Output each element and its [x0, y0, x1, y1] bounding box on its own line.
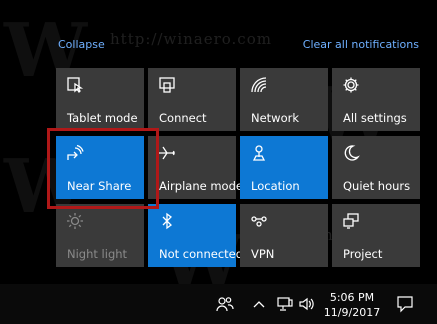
taskbar-clock[interactable]: 5:06 PM 11/9/2017	[322, 290, 382, 320]
tile-label: Network	[251, 111, 300, 125]
tile-label: Tablet mode	[67, 111, 138, 125]
collapse-link[interactable]: Collapse	[58, 38, 105, 51]
tile-label: Not connected	[159, 247, 244, 261]
tile-label: VPN	[251, 247, 275, 261]
tile-all-settings[interactable]: All settings	[332, 68, 420, 131]
tile-label: Night light	[67, 247, 128, 261]
tile-quiet-hours[interactable]: Quiet hours	[332, 136, 420, 199]
location-icon	[250, 144, 268, 162]
moon-icon	[342, 144, 360, 162]
tile-project[interactable]: Project	[332, 204, 420, 267]
volume-icon[interactable]	[298, 296, 316, 312]
connect-icon	[158, 76, 176, 94]
bluetooth-icon	[158, 212, 176, 230]
tile-vpn[interactable]: VPN	[240, 204, 328, 267]
tile-night-light[interactable]: Night light	[56, 204, 144, 267]
tile-connect[interactable]: Connect	[148, 68, 236, 131]
taskbar: 5:06 PM 11/9/2017	[0, 284, 437, 324]
gear-icon	[342, 76, 360, 94]
chevron-up-icon[interactable]	[252, 297, 270, 313]
tile-tablet-mode[interactable]: Tablet mode	[56, 68, 144, 131]
project-icon	[342, 212, 360, 230]
vpn-icon	[250, 212, 268, 230]
highlight-box	[47, 128, 159, 209]
tile-network[interactable]: Network	[240, 68, 328, 131]
action-center-icon[interactable]	[396, 295, 414, 313]
action-center-header: Collapse Clear all notifications	[58, 34, 419, 54]
tile-label: Quiet hours	[343, 179, 411, 193]
tile-label: Project	[343, 247, 383, 261]
tile-label: Connect	[159, 111, 207, 125]
network-status-icon[interactable]	[276, 296, 294, 312]
tile-label: All settings	[343, 111, 407, 125]
network-icon	[250, 76, 268, 94]
tile-location[interactable]: Location	[240, 136, 328, 199]
people-icon[interactable]	[216, 296, 234, 312]
tablet-mode-icon	[66, 76, 84, 94]
clock-time: 5:06 PM	[329, 291, 375, 304]
tile-label: Airplane mode	[159, 179, 243, 193]
tile-label: Location	[251, 179, 300, 193]
sun-icon	[66, 212, 84, 230]
clear-all-notifications-link[interactable]: Clear all notifications	[303, 38, 419, 51]
airplane-icon	[158, 144, 176, 162]
clock-date: 11/9/2017	[323, 306, 381, 319]
tile-bluetooth[interactable]: Not connected	[148, 204, 243, 267]
tile-airplane-mode[interactable]: Airplane mode	[148, 136, 243, 199]
